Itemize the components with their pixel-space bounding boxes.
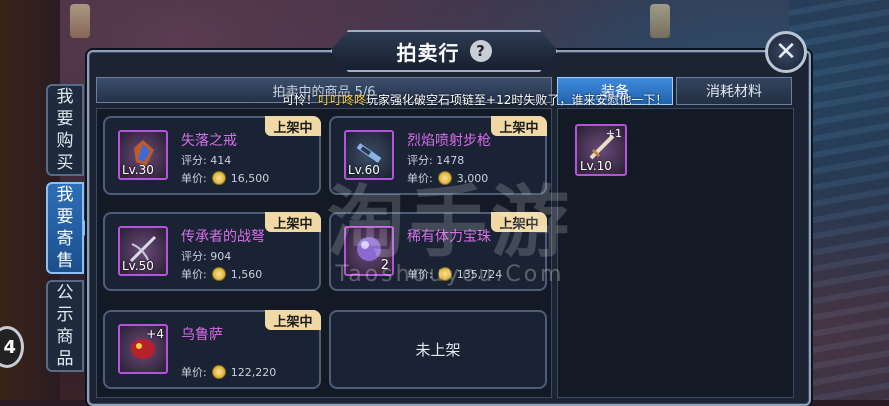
item-price: 单价: 135,724 <box>407 267 503 281</box>
item-score: 评分: 904 <box>181 250 232 263</box>
item-name: 乌鲁萨 <box>181 327 223 343</box>
tab-public-items[interactable]: 公示商品 <box>46 280 84 372</box>
status-badge: 上架中 <box>491 116 547 136</box>
tab-consign[interactable]: 我要寄售 <box>46 182 84 274</box>
title-bar: 拍卖行 ? <box>330 30 558 72</box>
listing-card[interactable]: Lv.60 烈焰喷射步枪 评分: 1478 单价: 3,000 上架中 <box>329 116 547 195</box>
item-price: 单价: 16,500 <box>181 171 270 185</box>
item-name: 传承者的战弩 <box>181 229 265 245</box>
pet-icon: +4 <box>118 324 168 374</box>
crossbow-icon: Lv.50 <box>118 226 168 276</box>
close-button[interactable]: ✕ <box>765 31 807 73</box>
tab-consumables[interactable]: 消耗材料 <box>676 77 792 105</box>
coin-icon <box>211 267 226 281</box>
empty-slot-label: 未上架 <box>415 341 461 359</box>
tab-buy[interactable]: 我要购买 <box>46 84 84 176</box>
lamp-decoration <box>650 4 670 38</box>
close-icon: ✕ <box>775 37 797 67</box>
coin-icon <box>211 365 226 379</box>
item-price: 单价: 122,220 <box>181 365 277 379</box>
listing-card[interactable]: Lv.50 传承者的战弩 评分: 904 单价: 1,560 上架中 <box>103 212 321 291</box>
item-score: 评分: 1478 <box>407 154 465 167</box>
item-name: 失落之戒 <box>181 133 237 149</box>
broadcast-ticker: 可怜！叮叮咚咚玩家强化破空石项链至+12时失败了，谁来安慰他一下！ <box>282 93 668 107</box>
coin-icon <box>437 267 452 281</box>
item-price: 单价: 3,000 <box>407 171 489 185</box>
orb-icon: 2 <box>344 226 394 276</box>
coin-icon <box>437 171 452 185</box>
status-badge: 上架中 <box>265 116 321 136</box>
page-title: 拍卖行 <box>396 40 460 65</box>
rifle-icon: Lv.60 <box>344 130 394 180</box>
listing-card[interactable]: 2 稀有体力宝珠 单价: 135,724 上架中 <box>329 212 547 291</box>
listing-card[interactable]: Lv.30 失落之戒 评分: 414 单价: 16,500 上架中 <box>103 116 321 195</box>
empty-listing-slot[interactable]: 未上架 <box>329 310 547 389</box>
lamp-decoration <box>70 4 90 38</box>
status-badge: 上架中 <box>265 310 321 330</box>
item-name: 稀有体力宝珠 <box>407 229 491 245</box>
coin-icon <box>211 171 226 185</box>
ticker-player-name: 叮叮咚咚 <box>318 93 367 107</box>
status-badge: 上架中 <box>265 212 321 232</box>
ring-icon: Lv.30 <box>118 130 168 180</box>
item-name: 烈焰喷射步枪 <box>407 133 491 149</box>
question-mark-icon[interactable]: ? <box>469 40 492 62</box>
item-score: 评分: 414 <box>181 154 232 167</box>
inventory-item[interactable]: +1 Lv.10 <box>575 124 627 176</box>
status-badge: 上架中 <box>491 212 547 232</box>
item-price: 单价: 1,560 <box>181 267 263 281</box>
listing-card[interactable]: +4 乌鲁萨 单价: 122,220 上架中 <box>103 310 321 389</box>
